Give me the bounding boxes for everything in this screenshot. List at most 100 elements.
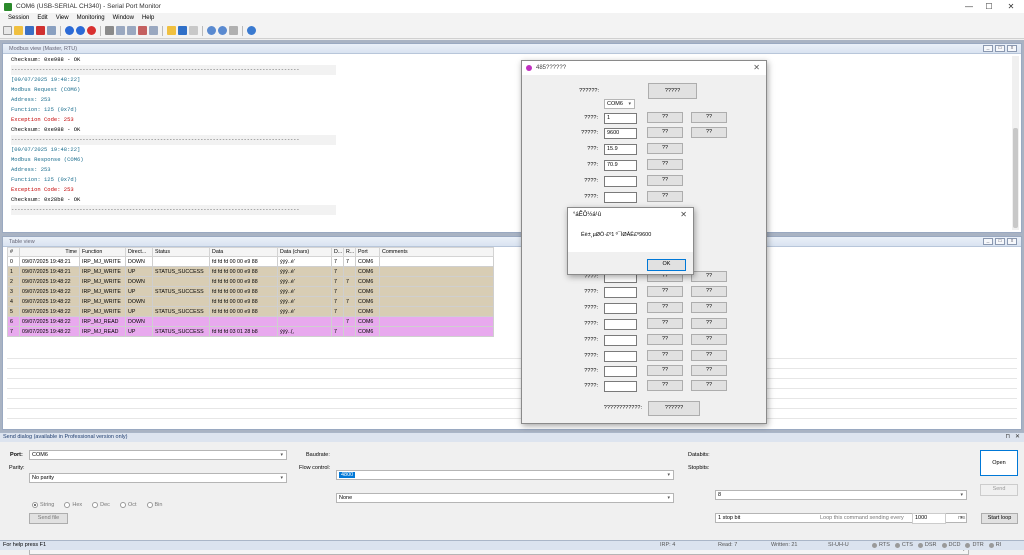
open-icon[interactable] xyxy=(14,26,23,35)
scrollbar-thumb[interactable] xyxy=(1013,128,1018,228)
column-header[interactable]: R... xyxy=(343,247,356,257)
field-input[interactable]: 70.9 xyxy=(604,160,637,171)
zoom-icon[interactable] xyxy=(218,26,227,35)
field-write-button[interactable]: ?? xyxy=(691,350,727,361)
field-read-button[interactable]: ?? xyxy=(647,286,683,297)
field-write-button[interactable]: ?? xyxy=(691,302,727,313)
field-write-button[interactable]: ?? xyxy=(691,334,727,345)
footer-action-button[interactable]: ?????? xyxy=(648,401,700,416)
baudrate-select[interactable]: 4800 ▾ xyxy=(336,470,674,480)
field-write-button[interactable]: ?? xyxy=(691,380,727,391)
modbus-icon[interactable] xyxy=(178,26,187,35)
close-icon[interactable]: ✕ xyxy=(753,63,760,72)
field-write-button[interactable]: ?? xyxy=(691,112,727,123)
close-icon[interactable]: ✕ xyxy=(680,210,687,219)
find-icon[interactable] xyxy=(229,26,238,35)
send-file-button[interactable]: Send file xyxy=(29,513,68,524)
field-input[interactable] xyxy=(604,287,637,298)
start-icon[interactable] xyxy=(65,26,74,35)
table-row[interactable]: 0 09/07/2025 19:48:21 IRP_MJ_WRITE DOWN fd f… xyxy=(7,256,494,267)
format-radio-bin[interactable]: Bin xyxy=(146,502,162,508)
field-input[interactable] xyxy=(604,192,637,203)
panel-minimize-button[interactable]: _ xyxy=(983,45,993,52)
open-button[interactable]: Open xyxy=(980,450,1018,476)
format-radio-string[interactable]: String xyxy=(32,502,54,508)
column-header[interactable]: # xyxy=(7,247,20,257)
format-radio-oct[interactable]: Oct xyxy=(119,502,137,508)
field-read-button[interactable]: ?? xyxy=(647,127,683,138)
menu-view[interactable]: View xyxy=(52,15,73,21)
menu-session[interactable]: Session xyxy=(4,15,33,21)
view-icon[interactable] xyxy=(116,26,125,35)
export-icon[interactable] xyxy=(149,26,158,35)
field-read-button[interactable]: ?? xyxy=(647,191,683,202)
field-input[interactable] xyxy=(604,381,637,392)
field-input[interactable]: 15.9 xyxy=(604,144,637,155)
table-row[interactable]: 7 09/07/2025 19:48:22 IRP_MJ_READ UP STATUS_… xyxy=(7,326,494,337)
column-header[interactable]: Function xyxy=(79,247,126,257)
field-read-button[interactable]: ?? xyxy=(647,365,683,376)
column-header[interactable]: Data xyxy=(209,247,278,257)
help-icon[interactable] xyxy=(247,26,256,35)
loop-interval-input[interactable]: 1000 xyxy=(912,513,946,524)
field-read-button[interactable]: ?? xyxy=(647,334,683,345)
field-write-button[interactable]: ?? xyxy=(691,286,727,297)
field-read-button[interactable]: ?? xyxy=(647,302,683,313)
pause-icon[interactable] xyxy=(76,26,85,35)
column-header[interactable]: Time xyxy=(19,247,80,257)
column-header[interactable]: Comments xyxy=(379,247,494,257)
panel-close-button[interactable]: x xyxy=(1007,45,1017,52)
new-session-icon[interactable] xyxy=(3,26,12,35)
layout-icon[interactable] xyxy=(127,26,136,35)
port-select[interactable]: COM6 ▾ xyxy=(604,99,635,109)
close-button[interactable]: ✕ xyxy=(1000,0,1022,13)
pin-icon[interactable]: ⊓ xyxy=(1005,433,1010,442)
field-write-button[interactable]: ?? xyxy=(691,365,727,376)
table-row[interactable]: 1 09/07/2025 19:48:21 IRP_MJ_WRITE UP STATUS… xyxy=(7,266,494,277)
settings-icon[interactable] xyxy=(189,26,198,35)
stop-icon[interactable] xyxy=(87,26,96,35)
panel-restore-button[interactable]: ▭ xyxy=(995,45,1005,52)
field-read-button[interactable]: ?? xyxy=(647,159,683,170)
field-write-button[interactable]: ?? xyxy=(691,271,727,282)
field-input[interactable] xyxy=(604,176,637,187)
table-row[interactable]: 3 09/07/2025 19:48:22 IRP_MJ_WRITE UP STATUS… xyxy=(7,286,494,297)
field-read-button[interactable]: ?? xyxy=(647,143,683,154)
format-radio-hex[interactable]: Hex xyxy=(64,502,82,508)
field-input[interactable]: 9600 xyxy=(604,128,637,139)
save-icon[interactable] xyxy=(25,26,34,35)
field-input[interactable] xyxy=(604,319,637,330)
close-icon[interactable]: ✕ xyxy=(1015,433,1020,442)
menu-window[interactable]: Window xyxy=(109,15,138,21)
ok-button[interactable]: OK xyxy=(647,259,686,271)
log-scrollbar[interactable] xyxy=(1012,56,1019,230)
table-row[interactable]: 4 09/07/2025 19:48:22 IRP_MJ_WRITE DOWN fd f… xyxy=(7,296,494,307)
panel-restore-button[interactable]: ▭ xyxy=(995,238,1005,245)
menu-edit[interactable]: Edit xyxy=(33,15,51,21)
field-read-button[interactable]: ?? xyxy=(647,380,683,391)
field-write-button[interactable]: ?? xyxy=(691,318,727,329)
grid-icon[interactable] xyxy=(105,26,114,35)
open-port-button[interactable]: ????? xyxy=(648,83,697,99)
field-input[interactable] xyxy=(604,335,637,346)
filter-icon[interactable] xyxy=(138,26,147,35)
field-write-button[interactable]: ?? xyxy=(691,127,727,138)
field-input[interactable] xyxy=(604,303,637,314)
maximize-button[interactable]: ☐ xyxy=(978,0,1000,13)
field-input[interactable] xyxy=(604,366,637,377)
field-read-button[interactable]: ?? xyxy=(647,350,683,361)
column-header[interactable]: Direct... xyxy=(125,247,153,257)
parity-select[interactable]: No parity ▾ xyxy=(29,473,287,483)
field-read-button[interactable]: ?? xyxy=(647,112,683,123)
column-header[interactable]: Port xyxy=(355,247,380,257)
databits-select[interactable]: 8 ▾ xyxy=(715,490,967,500)
send-port-select[interactable]: COM6 ▾ xyxy=(29,450,287,460)
send-button[interactable]: Send xyxy=(980,484,1018,496)
minimize-button[interactable]: — xyxy=(958,0,980,13)
panel-minimize-button[interactable]: _ xyxy=(983,238,993,245)
field-input[interactable] xyxy=(604,351,637,362)
column-header[interactable]: D... xyxy=(331,247,344,257)
table-row[interactable]: 2 09/07/2025 19:48:22 IRP_MJ_WRITE DOWN fd f… xyxy=(7,276,494,287)
field-read-button[interactable]: ?? xyxy=(647,318,683,329)
column-header[interactable]: Data (chars) xyxy=(277,247,332,257)
